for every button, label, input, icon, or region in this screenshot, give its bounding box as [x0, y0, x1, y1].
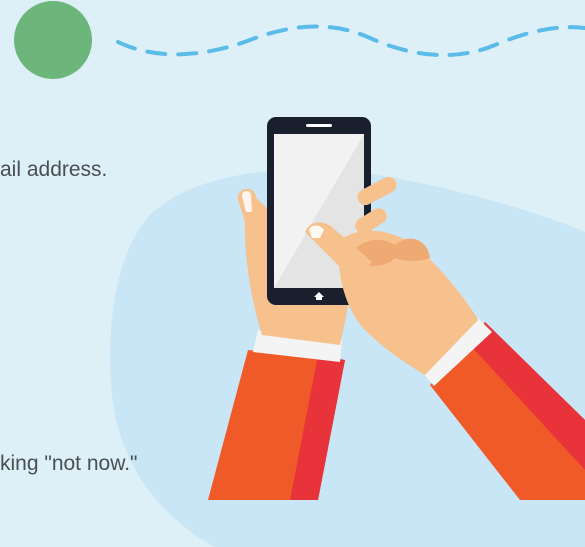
- instruction-text-email: ail address.: [0, 158, 108, 181]
- instruction-text-not-now: king "not now.": [0, 452, 138, 475]
- phone-speaker: [306, 124, 332, 127]
- green-dot-icon: [14, 1, 92, 79]
- page: ail address. king "not now.": [0, 0, 585, 547]
- dashed-wave-line: [116, 24, 585, 58]
